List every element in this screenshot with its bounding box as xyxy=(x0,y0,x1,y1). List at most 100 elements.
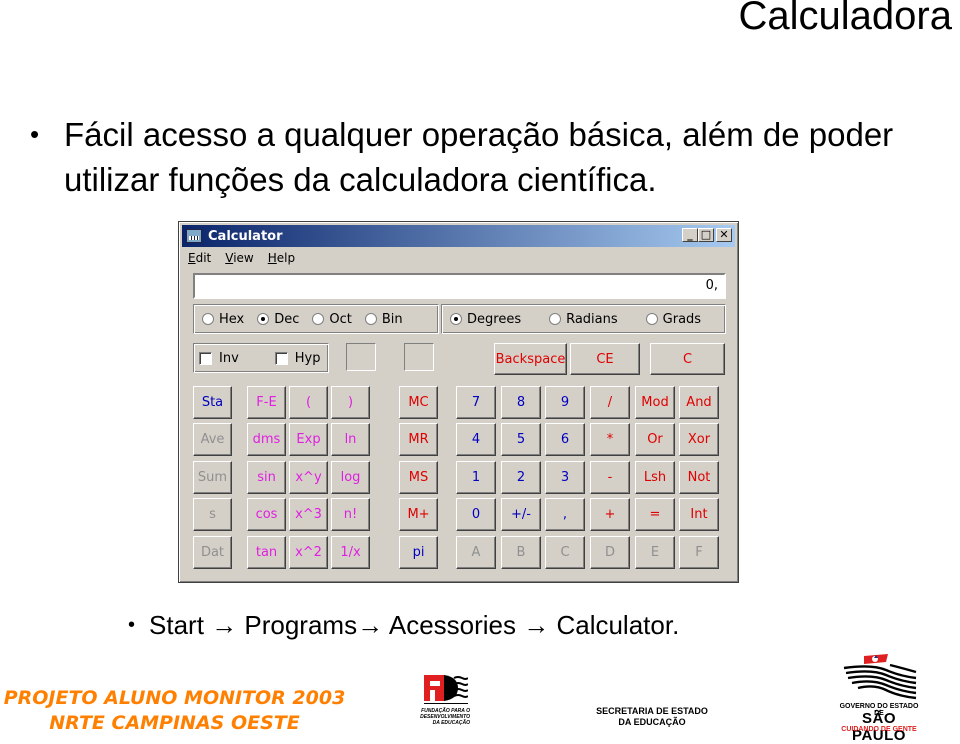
keypad-button[interactable]: 7 xyxy=(456,386,496,419)
keypad-button[interactable]: 1 xyxy=(456,461,496,494)
parenthesis-indicator xyxy=(346,343,376,371)
keypad-button[interactable]: 5 xyxy=(501,423,541,456)
radio-label: Degrees xyxy=(467,311,522,327)
radio-hex[interactable]: Hex xyxy=(202,312,244,327)
keypad-button[interactable]: Lsh xyxy=(635,461,675,494)
memory-button[interactable]: MC xyxy=(399,386,438,419)
keypad-button[interactable]: Not xyxy=(679,461,719,494)
navigation-path-text: Start → Programs→ Acessories → Calculato… xyxy=(149,610,680,640)
radio-label: Grads xyxy=(662,311,702,327)
scientific-button[interactable]: ( xyxy=(289,386,328,419)
scientific-button[interactable]: dms xyxy=(247,423,286,456)
menu-edit[interactable]: Edit xyxy=(188,251,211,265)
memory-button[interactable]: MS xyxy=(399,461,438,494)
inv-hyp-group: Inv Hyp xyxy=(193,343,329,373)
fde-logo: FUNDAÇÃO PARA O DESENVOLVIMENTO DA EDUCA… xyxy=(418,675,470,731)
keypad-button[interactable]: / xyxy=(590,386,630,419)
keypad-button[interactable]: 0 xyxy=(456,498,496,531)
keypad-button[interactable]: 4 xyxy=(456,423,496,456)
window-title: Calculator xyxy=(208,228,283,244)
ce-button[interactable]: CE xyxy=(570,343,640,375)
keypad-button[interactable]: 3 xyxy=(545,461,585,494)
scientific-button[interactable]: n! xyxy=(331,498,370,531)
slide-title: Calculadora xyxy=(738,0,952,38)
scientific-button[interactable]: tan xyxy=(247,536,286,569)
memory-button[interactable]: pi xyxy=(399,536,438,569)
clear-button[interactable]: C xyxy=(650,343,725,375)
keypad-button[interactable]: 2 xyxy=(501,461,541,494)
maximize-button[interactable]: □ xyxy=(698,228,714,242)
checkbox-label: Inv xyxy=(219,350,239,366)
keypad-button[interactable]: * xyxy=(590,423,630,456)
scientific-button[interactable]: ) xyxy=(331,386,370,419)
keypad-button[interactable]: F xyxy=(679,536,719,569)
radio-bin[interactable]: Bin xyxy=(364,311,403,327)
keypad-button[interactable]: And xyxy=(679,386,719,419)
checkbox-icon xyxy=(199,351,212,365)
keypad-button[interactable]: Int xyxy=(679,498,719,531)
keypad-button[interactable]: = xyxy=(635,498,675,531)
bullet-glyph: • xyxy=(30,119,40,149)
keypad-button[interactable]: - xyxy=(590,461,630,494)
keypad-button[interactable]: 6 xyxy=(545,423,585,456)
keypad-button[interactable]: 8 xyxy=(501,386,541,419)
keypad-button[interactable]: D xyxy=(590,536,630,569)
menu-help[interactable]: Help xyxy=(268,251,295,265)
stat-button[interactable]: Dat xyxy=(193,536,232,569)
radio-dec[interactable]: Dec xyxy=(257,312,299,327)
keypad-button[interactable]: + xyxy=(590,498,630,531)
backspace-button[interactable]: Backspace xyxy=(494,343,567,375)
keypad-button[interactable]: E xyxy=(635,536,675,569)
minimize-button[interactable]: _ xyxy=(682,228,698,242)
keypad-button[interactable]: C xyxy=(545,536,585,569)
stat-button[interactable]: Ave xyxy=(193,423,232,456)
number-base-group: Hex Dec Oct Bin xyxy=(193,304,439,334)
title-bar[interactable]: Calculator _ □ ✕ xyxy=(182,225,735,247)
keypad-button[interactable]: Mod xyxy=(635,386,675,419)
scientific-button[interactable]: sin xyxy=(247,461,286,494)
calculator-app-icon xyxy=(186,229,202,243)
menu-view[interactable]: View xyxy=(225,251,253,265)
radio-radians[interactable]: Radians xyxy=(549,312,618,327)
scientific-button[interactable]: 1/x xyxy=(331,536,370,569)
calculator-display: 0, xyxy=(193,273,726,299)
memory-button[interactable]: M+ xyxy=(399,498,438,531)
scientific-button[interactable]: x^3 xyxy=(289,498,328,531)
scientific-button[interactable]: F-E xyxy=(247,386,286,419)
checkbox-icon xyxy=(274,351,288,365)
secretaria-line-2: DA EDUCAÇÃO xyxy=(618,717,686,727)
sao-paulo-flag-icon xyxy=(843,654,917,700)
radio-oct[interactable]: Oct xyxy=(312,311,352,327)
secretaria-line-1: SECRETARIA DE ESTADO xyxy=(596,706,708,716)
fde-mark-icon xyxy=(424,675,468,704)
radio-degrees[interactable]: Degrees xyxy=(450,312,521,327)
keypad-button[interactable]: B xyxy=(501,536,541,569)
stat-button[interactable]: Sum xyxy=(193,461,232,494)
radio-label: Dec xyxy=(274,311,300,327)
keypad-button[interactable]: Or xyxy=(635,423,675,456)
scientific-button[interactable]: log xyxy=(331,461,370,494)
memory-button[interactable]: MR xyxy=(399,423,438,456)
keypad-button[interactable]: 9 xyxy=(545,386,585,419)
radio-grads[interactable]: Grads xyxy=(645,311,702,327)
stat-button[interactable]: s xyxy=(193,498,232,531)
checkbox-hyp[interactable]: Hyp xyxy=(274,350,321,366)
radio-label: Hex xyxy=(219,311,245,327)
checkbox-inv[interactable]: Inv xyxy=(199,351,239,366)
keypad-button[interactable]: , xyxy=(545,498,585,531)
radio-icon xyxy=(312,313,325,325)
radio-label: Bin xyxy=(381,311,403,327)
scientific-button[interactable]: x^y xyxy=(289,461,328,494)
radio-label: Oct xyxy=(329,311,352,327)
checkbox-label: Hyp xyxy=(294,350,321,366)
scientific-button[interactable]: cos xyxy=(247,498,286,531)
stat-button[interactable]: Sta xyxy=(193,386,232,419)
bullet-glyph: • xyxy=(128,614,136,636)
scientific-button[interactable]: Exp xyxy=(289,423,328,456)
keypad-button[interactable]: A xyxy=(456,536,496,569)
scientific-button[interactable]: ln xyxy=(331,423,370,456)
scientific-button[interactable]: x^2 xyxy=(289,536,328,569)
keypad-button[interactable]: +/- xyxy=(501,498,541,531)
keypad-button[interactable]: Xor xyxy=(679,423,719,456)
close-button[interactable]: ✕ xyxy=(716,228,732,242)
